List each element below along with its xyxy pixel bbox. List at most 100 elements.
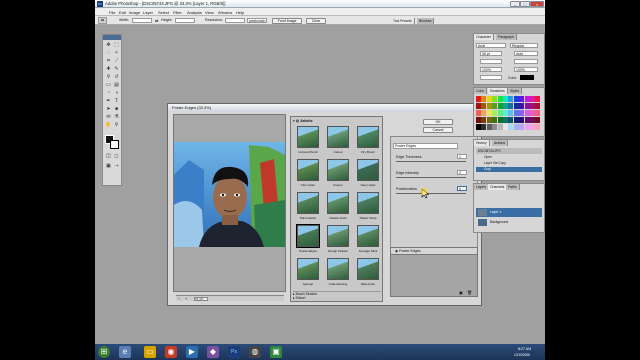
front-image-button[interactable]: Front Image xyxy=(272,17,302,24)
tab-character[interactable]: Character xyxy=(474,34,494,40)
tab-tool-presets[interactable]: Tool Presets xyxy=(391,17,415,24)
tab-color[interactable]: Color xyxy=(474,88,488,94)
color-swatch[interactable] xyxy=(476,96,481,102)
color-swatch[interactable] xyxy=(535,110,541,116)
app-icon[interactable]: ▣ xyxy=(270,346,282,358)
maximize-button[interactable]: □ xyxy=(520,1,530,7)
color-swatch[interactable] xyxy=(530,124,535,130)
color-swatch[interactable] xyxy=(519,117,525,123)
zoom-out-icon[interactable]: − xyxy=(178,296,180,302)
color-swatch[interactable] xyxy=(492,110,498,116)
color-swatch[interactable] xyxy=(513,110,519,116)
color-swatch[interactable] xyxy=(503,96,508,102)
color-swatch[interactable] xyxy=(476,103,481,109)
tab-history[interactable]: History xyxy=(474,140,490,146)
layer-row[interactable]: Background xyxy=(476,218,542,227)
color-swatch[interactable] xyxy=(486,117,492,123)
color-swatch[interactable] xyxy=(503,117,508,123)
stamp-tool-icon[interactable]: ⚲ xyxy=(105,74,112,81)
color-swatch[interactable] xyxy=(481,103,487,109)
imageready-icon[interactable]: ⇢ xyxy=(113,163,120,170)
zoom-in-icon[interactable]: + xyxy=(185,296,187,302)
menu-layer[interactable]: Layer xyxy=(143,10,153,15)
healing-brush-icon[interactable]: ✚ xyxy=(105,66,112,73)
leading-field[interactable]: Auto xyxy=(514,51,538,56)
menu-image[interactable]: Image xyxy=(129,10,140,15)
cancel-button[interactable]: Cancel xyxy=(423,127,453,133)
swap-icon[interactable]: ⇄ xyxy=(155,18,158,23)
minimize-button[interactable]: – xyxy=(510,1,520,7)
eraser-icon[interactable]: ▭ xyxy=(105,82,112,89)
ie-icon[interactable]: e xyxy=(119,346,131,358)
color-swatch[interactable] xyxy=(513,96,519,102)
filter-thumbnail[interactable] xyxy=(297,159,319,181)
color-swatch[interactable] xyxy=(481,110,487,116)
filter-thumbnail[interactable] xyxy=(357,159,379,181)
tab-channels[interactable]: Channels xyxy=(488,184,508,190)
history-item[interactable]: Open xyxy=(476,155,542,160)
baseline-field[interactable] xyxy=(480,75,502,80)
font-family-select[interactable]: Arial xyxy=(476,43,506,48)
color-swatch[interactable] xyxy=(497,96,503,102)
color-swatch[interactable] xyxy=(486,96,492,102)
menu-filter[interactable]: Filter xyxy=(173,10,182,15)
color-swatch[interactable] xyxy=(503,103,508,109)
close-button[interactable]: × xyxy=(530,1,544,7)
menu-window[interactable]: Window xyxy=(218,10,232,15)
tab-paths[interactable]: Paths xyxy=(506,184,520,190)
crop-icon[interactable]: ⌗ xyxy=(105,58,112,65)
edge-thickness-value[interactable]: 1 xyxy=(457,154,467,159)
menu-file[interactable]: File xyxy=(109,10,115,15)
effect-layer-item[interactable]: ◉ Poster Edges xyxy=(391,248,477,255)
lasso-tool-icon[interactable]: ◌ xyxy=(105,50,112,57)
color-swatch[interactable] xyxy=(486,103,492,109)
text-color-swatch[interactable] xyxy=(520,75,534,80)
tab-actions[interactable]: Actions xyxy=(492,140,509,146)
notes-icon[interactable]: ✉ xyxy=(105,114,112,121)
tab-brushes[interactable]: Brushes xyxy=(417,17,435,24)
color-swatch[interactable] xyxy=(513,103,519,109)
standard-mode-icon[interactable]: ◻ xyxy=(113,153,120,160)
color-swatch[interactable] xyxy=(497,124,503,130)
pen-tool-icon[interactable]: ✒ xyxy=(105,98,112,105)
slice-icon[interactable]: ⟋ xyxy=(113,58,120,65)
tab-swatches[interactable]: Swatches xyxy=(488,88,508,94)
filter-thumbnail[interactable] xyxy=(327,258,349,280)
filter-thumbnail[interactable] xyxy=(357,192,379,214)
color-swatch[interactable] xyxy=(492,103,498,109)
color-swatch[interactable] xyxy=(519,96,525,102)
color-swatch[interactable] xyxy=(508,103,514,109)
color-swatch[interactable] xyxy=(530,103,535,109)
color-swatch[interactable] xyxy=(524,103,530,109)
filter-thumbnail[interactable] xyxy=(327,159,349,181)
color-swatch[interactable] xyxy=(519,110,525,116)
color-swatch[interactable] xyxy=(497,110,503,116)
color-swatch[interactable] xyxy=(492,96,498,102)
color-swatch[interactable] xyxy=(476,110,481,116)
zoom-level-select[interactable]: 33.3% xyxy=(194,297,208,301)
clear-button[interactable]: Clear xyxy=(306,17,326,24)
color-swatch[interactable] xyxy=(508,110,514,116)
magic-wand-icon[interactable]: ✧ xyxy=(113,50,120,57)
color-swatch[interactable] xyxy=(476,117,481,123)
menu-edit[interactable]: Edit xyxy=(119,10,126,15)
color-swatch[interactable] xyxy=(535,96,541,102)
color-swatch[interactable] xyxy=(492,124,498,130)
dodge-tool-icon[interactable]: ◑ xyxy=(113,90,120,97)
app-icon[interactable]: ◍ xyxy=(249,346,261,358)
menu-view[interactable]: View xyxy=(205,10,214,15)
quick-mask-icon[interactable]: ◫ xyxy=(105,153,112,160)
eye-icon[interactable]: ◉ xyxy=(395,249,398,253)
blur-tool-icon[interactable]: ◔ xyxy=(105,90,112,97)
color-swatch[interactable] xyxy=(508,117,514,123)
hand-tool-icon[interactable]: ✋ xyxy=(105,122,112,129)
menu-help[interactable]: Help xyxy=(236,10,244,15)
tab-styles[interactable]: Styles xyxy=(508,88,523,94)
color-swatch[interactable] xyxy=(481,124,487,130)
tab-layers[interactable]: Layers xyxy=(474,184,490,190)
color-swatch[interactable] xyxy=(508,124,514,130)
color-swatch[interactable] xyxy=(481,117,487,123)
color-swatch[interactable] xyxy=(476,124,481,130)
chrome-icon[interactable]: ◉ xyxy=(165,346,177,358)
filter-thumbnail[interactable] xyxy=(327,126,349,148)
